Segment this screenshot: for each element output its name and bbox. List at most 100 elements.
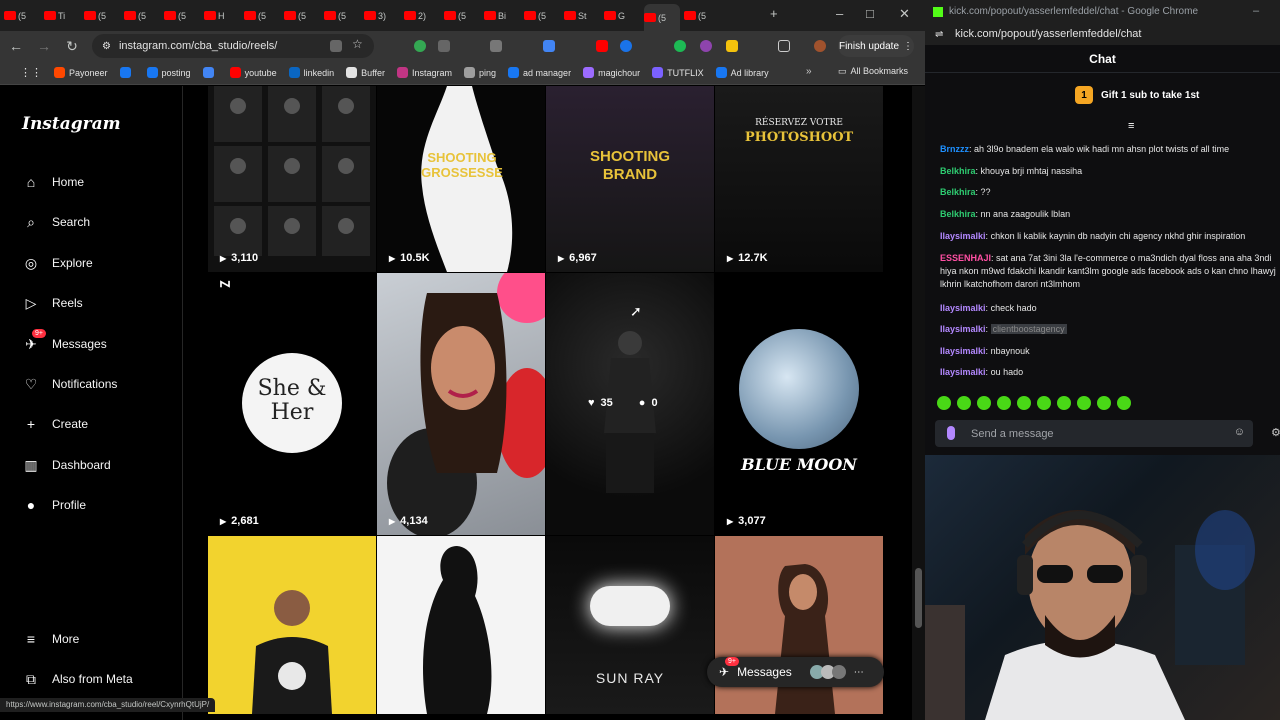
minimize-button[interactable]: – (836, 6, 843, 21)
minimize-button[interactable]: – (1253, 5, 1259, 17)
extension-icon[interactable] (438, 40, 450, 52)
page-scrollbar[interactable] (912, 86, 925, 720)
reel-tile[interactable]: RÉSERVEZ VOTRE PHOTOSHOOT ▶ 12.7K (715, 86, 883, 272)
pinned-toggle-icon[interactable]: ≡ (1128, 120, 1134, 132)
browser-tab[interactable]: H (204, 5, 240, 27)
nav-profile[interactable]: ● Profile (22, 496, 86, 514)
more-bookmarks-icon[interactable]: » (806, 66, 812, 77)
chat-message[interactable]: Ilaysimalki: check hado (940, 302, 1280, 315)
chat-username[interactable]: Belkhira (940, 166, 976, 176)
all-bookmarks-button[interactable]: ▭ All Bookmarks (838, 66, 908, 77)
install-icon[interactable] (330, 40, 342, 52)
back-icon[interactable]: ← (4, 38, 28, 54)
forward-icon[interactable]: → (32, 38, 56, 54)
site-info-icon[interactable]: ⇌ (935, 29, 943, 40)
nav-explore[interactable]: ◎ Explore (22, 254, 93, 272)
extension-icon[interactable] (620, 40, 632, 52)
also-from-meta-button[interactable]: ⧉ Also from Meta (22, 670, 133, 688)
browser-tab[interactable]: (5 (524, 5, 560, 27)
chat-username[interactable]: Ilaysimalki (940, 303, 986, 313)
browser-tab[interactable]: 3) (364, 5, 400, 27)
reel-tile[interactable]: SUN RAY (546, 536, 714, 714)
reel-tile[interactable] (715, 536, 883, 714)
new-tab-button[interactable]: + (770, 6, 778, 21)
extension-icon[interactable] (700, 40, 712, 52)
chat-username[interactable]: Belkhira (940, 209, 976, 219)
chat-username[interactable]: ESSENHAJI (940, 253, 991, 263)
extension-icon[interactable] (543, 40, 555, 52)
bookmark-item[interactable]: Instagram (396, 67, 452, 78)
chat-message[interactable]: ESSENHAJI: sat ana 7at 3ini 3la l'e-comm… (940, 252, 1280, 291)
reload-icon[interactable]: ↻ (60, 38, 84, 55)
reel-tile[interactable]: BLUE MOON ▶ 3,077 (715, 273, 883, 535)
emote-icon[interactable] (1117, 396, 1131, 410)
messages-floating-button[interactable]: ✈ 9+ Messages ⋯ (707, 657, 884, 687)
menu-dots-icon[interactable]: ⋮ (903, 41, 913, 52)
apps-grid-icon[interactable]: ⋮⋮ (20, 66, 42, 79)
extension-icon[interactable] (726, 40, 738, 52)
chat-username[interactable]: Ilaysimalki (940, 367, 986, 377)
bookmark-item[interactable]: ping (464, 67, 496, 78)
emote-icon[interactable] (1077, 396, 1091, 410)
reel-tile[interactable]: ▶ 3,110 (208, 86, 376, 272)
nav-dashboard[interactable]: ▥ Dashboard (22, 456, 110, 474)
emote-icon[interactable] (1017, 396, 1031, 410)
browser-tab[interactable]: (5 (284, 5, 320, 27)
browser-tab[interactable]: (5 (644, 4, 680, 31)
emote-icon[interactable] (957, 396, 971, 410)
emote-icon[interactable] (937, 396, 951, 410)
extension-icon[interactable] (674, 40, 686, 52)
browser-tab[interactable]: (5 (684, 5, 720, 27)
chat-message[interactable]: Belkhira: khouya brji mhtaj nassiha (940, 165, 1280, 178)
chat-text[interactable]: clientboostagency (990, 324, 1067, 334)
browser-tab[interactable]: G (604, 5, 640, 27)
microphone-icon[interactable] (947, 426, 955, 440)
reel-tile[interactable]: SHOOTING BRAND ▶ 6,967 (546, 86, 714, 272)
chat-input[interactable]: Send a message ☺ (935, 420, 1253, 447)
chat-message[interactable]: Ilaysimalki: clientboostagency (940, 323, 1280, 336)
browser-tab[interactable]: Ti (44, 5, 80, 27)
emote-icon[interactable] (977, 396, 991, 410)
browser-tab[interactable]: (5 (124, 5, 160, 27)
bookmark-item[interactable]: ad manager (508, 67, 571, 78)
gift-sub-banner[interactable]: 1 Gift 1 sub to take 1st (1075, 86, 1199, 104)
nav-create[interactable]: + Create (22, 415, 88, 433)
chat-message[interactable]: Brnzzz: ah 3l9o bnadem ela walo wik hadi… (940, 143, 1280, 156)
reel-tile[interactable] (208, 536, 376, 714)
bookmark-item[interactable]: posting (146, 67, 191, 78)
close-window-button[interactable]: ✕ (899, 6, 910, 22)
extension-icon[interactable] (490, 40, 502, 52)
emote-icon[interactable] (997, 396, 1011, 410)
browser-tab[interactable]: (5 (444, 5, 480, 27)
maximize-button[interactable]: □ (866, 6, 874, 21)
scrollbar-thumb[interactable] (915, 568, 922, 628)
emote-icon[interactable] (1037, 396, 1051, 410)
reel-tile[interactable]: SHOOTING GROSSESSE ▶ 10.5K (377, 86, 545, 272)
browser-tab[interactable]: 2) (404, 5, 440, 27)
extensions-puzzle-icon[interactable] (778, 40, 790, 52)
browser-tab[interactable]: (5 (84, 5, 120, 27)
emoji-picker-icon[interactable]: ☺ (1234, 426, 1245, 438)
chat-settings-icon[interactable]: ⚙ (1271, 426, 1280, 439)
nav-notifications[interactable]: ♡ Notifications (22, 375, 118, 393)
chat-message[interactable]: Belkhira: nn ana zaagoulik lblan (940, 208, 1280, 221)
browser-tab[interactable]: Bi (484, 5, 520, 27)
instagram-logo[interactable]: Instagram (22, 114, 121, 134)
bookmark-item[interactable]: youtube (229, 67, 277, 78)
finish-update-button[interactable]: Finish update ⋮ (838, 35, 914, 57)
browser-tab[interactable]: (5 (4, 5, 40, 27)
bookmark-item[interactable]: linkedin (288, 67, 334, 78)
chat-username[interactable]: Belkhira (940, 187, 976, 197)
site-info-icon[interactable]: ⚙ (102, 41, 111, 52)
more-dots-icon[interactable]: ⋯ (854, 667, 864, 678)
browser-tab[interactable]: (5 (164, 5, 200, 27)
extension-icon[interactable] (414, 40, 426, 52)
bookmark-item[interactable]: Ad library (715, 67, 769, 78)
emote-icon[interactable] (1097, 396, 1111, 410)
bookmark-item[interactable]: Payoneer (54, 67, 108, 78)
reel-tile[interactable]: ▶ 4,134 (377, 273, 545, 535)
chat-username[interactable]: Brnzzz (940, 144, 969, 154)
chat-username[interactable]: Ilaysimalki (940, 346, 986, 356)
extension-icon[interactable] (596, 40, 608, 52)
profile-avatar-icon[interactable] (814, 40, 826, 52)
